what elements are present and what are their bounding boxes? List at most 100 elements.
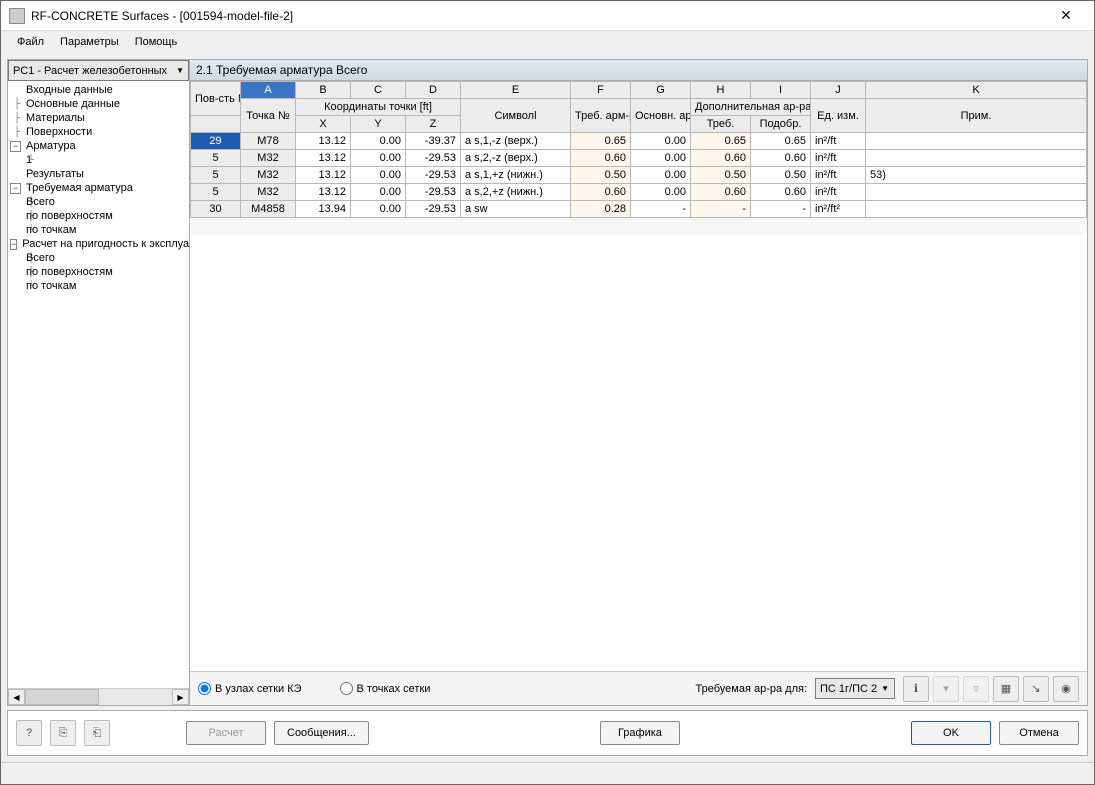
- hdr-addsel[interactable]: Подобр.: [751, 116, 811, 133]
- minus-icon[interactable]: −: [10, 183, 21, 194]
- tree-basic[interactable]: ├Основные данные: [8, 97, 189, 111]
- minus-icon[interactable]: −: [10, 141, 21, 152]
- tree-service[interactable]: −Расчет на пригодность к эксплуатации: [8, 237, 189, 251]
- scroll-left-icon[interactable]: ◀: [8, 689, 25, 705]
- tree-total1[interactable]: ├Всего: [8, 195, 189, 209]
- hdr-coords[interactable]: Координаты точки [ft]: [296, 99, 461, 116]
- col-D[interactable]: D: [406, 82, 461, 99]
- table-row[interactable]: 5 M32 13.12 0.00 -29.53 a s,2,+z (нижн.)…: [191, 184, 1087, 201]
- results-table[interactable]: Пов-сть № A B C D E F G H I J: [190, 81, 1087, 235]
- col-A[interactable]: A: [241, 82, 296, 99]
- help-icon[interactable]: ?: [16, 720, 42, 746]
- tree-input[interactable]: Входные данные: [8, 83, 189, 97]
- tree-bypoint2[interactable]: └по точкам: [8, 279, 189, 293]
- hdr-x[interactable]: X: [296, 116, 351, 133]
- col-K[interactable]: K: [866, 82, 1087, 99]
- hdr-basereinf[interactable]: Основн. ар-ра: [631, 99, 691, 133]
- limitstate-value: ПС 1г/ПС 2: [820, 683, 877, 695]
- cancel-button[interactable]: Отмена: [999, 721, 1079, 745]
- scroll-right-icon[interactable]: ▶: [172, 689, 189, 705]
- cell-areq[interactable]: 0.65: [691, 133, 751, 150]
- hdr-reqreinf[interactable]: Треб. арм-ра: [571, 99, 631, 133]
- limitstate-select[interactable]: ПС 1г/ПС 2 ▼: [815, 678, 895, 699]
- grid-fill-row: [191, 218, 1087, 235]
- radio-fe-nodes-input[interactable]: [198, 682, 211, 695]
- options-bar: В узлах сетки КЭ В точках сетки Требуема…: [190, 671, 1087, 705]
- loadcase-text: РС1 - Расчет железобетонных: [13, 65, 176, 77]
- col-C[interactable]: C: [351, 82, 406, 99]
- tree-bysurf1[interactable]: ├по поверхностям: [8, 209, 189, 223]
- tree-reqreinf[interactable]: −Требуемая арматура: [8, 181, 189, 195]
- cell-z[interactable]: -39.37: [406, 133, 461, 150]
- scroll-thumb[interactable]: [25, 689, 99, 705]
- col-B[interactable]: B: [296, 82, 351, 99]
- eye-icon[interactable]: ◉: [1053, 676, 1079, 702]
- hdr-note[interactable]: Прим.: [866, 99, 1087, 133]
- import-icon[interactable]: ⎗: [84, 720, 110, 746]
- close-button[interactable]: ✕: [1046, 1, 1086, 30]
- tree-bysurf2[interactable]: ├по поверхностям: [8, 265, 189, 279]
- menu-params[interactable]: Параметры: [52, 33, 127, 51]
- tree-materials[interactable]: ├Материалы: [8, 111, 189, 125]
- col-I[interactable]: I: [751, 82, 811, 99]
- col-E[interactable]: E: [461, 82, 571, 99]
- cell-x[interactable]: 13.12: [296, 133, 351, 150]
- table-row[interactable]: 30 M4858 13.94 0.00 -29.53 a sw 0.28 - -…: [191, 201, 1087, 218]
- chevron-down-icon: ▼: [881, 684, 889, 693]
- menu-file[interactable]: Файл: [9, 33, 52, 51]
- columns-icon[interactable]: ▦: [993, 676, 1019, 702]
- radio-grid-points[interactable]: В точках сетки: [340, 682, 431, 695]
- radio-grid-points-input[interactable]: [340, 682, 353, 695]
- sort-icon[interactable]: ▿: [963, 676, 989, 702]
- loadcase-combo[interactable]: РС1 - Расчет железобетонных ▼: [8, 60, 189, 81]
- radio-fe-nodes[interactable]: В узлах сетки КЭ: [198, 682, 302, 695]
- tree-hscroll[interactable]: ◀ ▶: [8, 688, 189, 705]
- hdr-addreq[interactable]: Треб.: [691, 116, 751, 133]
- cell-base[interactable]: 0.00: [631, 133, 691, 150]
- content-panel: 2.1 Требуемая арматура Всего Пов-сть № A…: [190, 60, 1087, 705]
- col-surface[interactable]: Пов-сть №: [191, 82, 241, 116]
- cell-surf[interactable]: 29: [191, 133, 241, 150]
- table-row[interactable]: 29 M78 13.12 0.00 -39.37 a s,1,-z (верх.…: [191, 133, 1087, 150]
- tree-surfaces[interactable]: ├Поверхности: [8, 125, 189, 139]
- pick-icon[interactable]: ↘: [1023, 676, 1049, 702]
- cell-asel[interactable]: 0.65: [751, 133, 811, 150]
- tree-total2[interactable]: ├Всего: [8, 251, 189, 265]
- hdr-y[interactable]: Y: [351, 116, 406, 133]
- cell-req[interactable]: 0.65: [571, 133, 631, 150]
- calc-button[interactable]: Расчет: [186, 721, 266, 745]
- hdr-unit[interactable]: Ед. изм.: [811, 99, 866, 133]
- col-H[interactable]: H: [691, 82, 751, 99]
- tree-bypoint1[interactable]: └по точкам: [8, 223, 189, 237]
- col-F[interactable]: F: [571, 82, 631, 99]
- minus-icon[interactable]: −: [10, 239, 17, 250]
- col-J[interactable]: J: [811, 82, 866, 99]
- scroll-track[interactable]: [25, 689, 172, 705]
- table-row[interactable]: 5 M32 13.12 0.00 -29.53 a s,2,-z (верх.)…: [191, 150, 1087, 167]
- messages-button[interactable]: Сообщения...: [274, 721, 369, 745]
- cell-unit[interactable]: in²/ft: [811, 133, 866, 150]
- col-G[interactable]: G: [631, 82, 691, 99]
- cell-y[interactable]: 0.00: [351, 133, 406, 150]
- table-row[interactable]: 5 M32 13.12 0.00 -29.53 a s,1,+z (нижн.)…: [191, 167, 1087, 184]
- app-icon: [9, 8, 25, 24]
- hdr-addreinf[interactable]: Дополнительная ар-ра: [691, 99, 811, 116]
- export-icon[interactable]: ⎘: [50, 720, 76, 746]
- hdr-symbol[interactable]: Символl: [461, 99, 571, 133]
- hdr-z[interactable]: Z: [406, 116, 461, 133]
- menu-help[interactable]: Помощь: [127, 33, 186, 51]
- grid-area[interactable]: Пов-сть № A B C D E F G H I J: [190, 81, 1087, 671]
- graphics-button[interactable]: Графика: [600, 721, 680, 745]
- info-icon[interactable]: ℹ: [903, 676, 929, 702]
- tree-results[interactable]: Результаты: [8, 167, 189, 181]
- cell-sym[interactable]: a s,1,-z (верх.): [461, 133, 571, 150]
- cell-pt[interactable]: M78: [241, 133, 296, 150]
- filter-icon[interactable]: ▾: [933, 676, 959, 702]
- ok-button[interactable]: OK: [911, 721, 991, 745]
- navigator-tree[interactable]: Входные данные ├Основные данные ├Материа…: [8, 81, 189, 688]
- cell-note[interactable]: [866, 133, 1087, 150]
- hdr-point[interactable]: Точка №: [241, 99, 296, 133]
- tree-reinf-1[interactable]: └1: [8, 153, 189, 167]
- tree-reinf[interactable]: −Арматура: [8, 139, 189, 153]
- title-bar: RF-CONCRETE Surfaces - [001594-model-fil…: [1, 1, 1094, 31]
